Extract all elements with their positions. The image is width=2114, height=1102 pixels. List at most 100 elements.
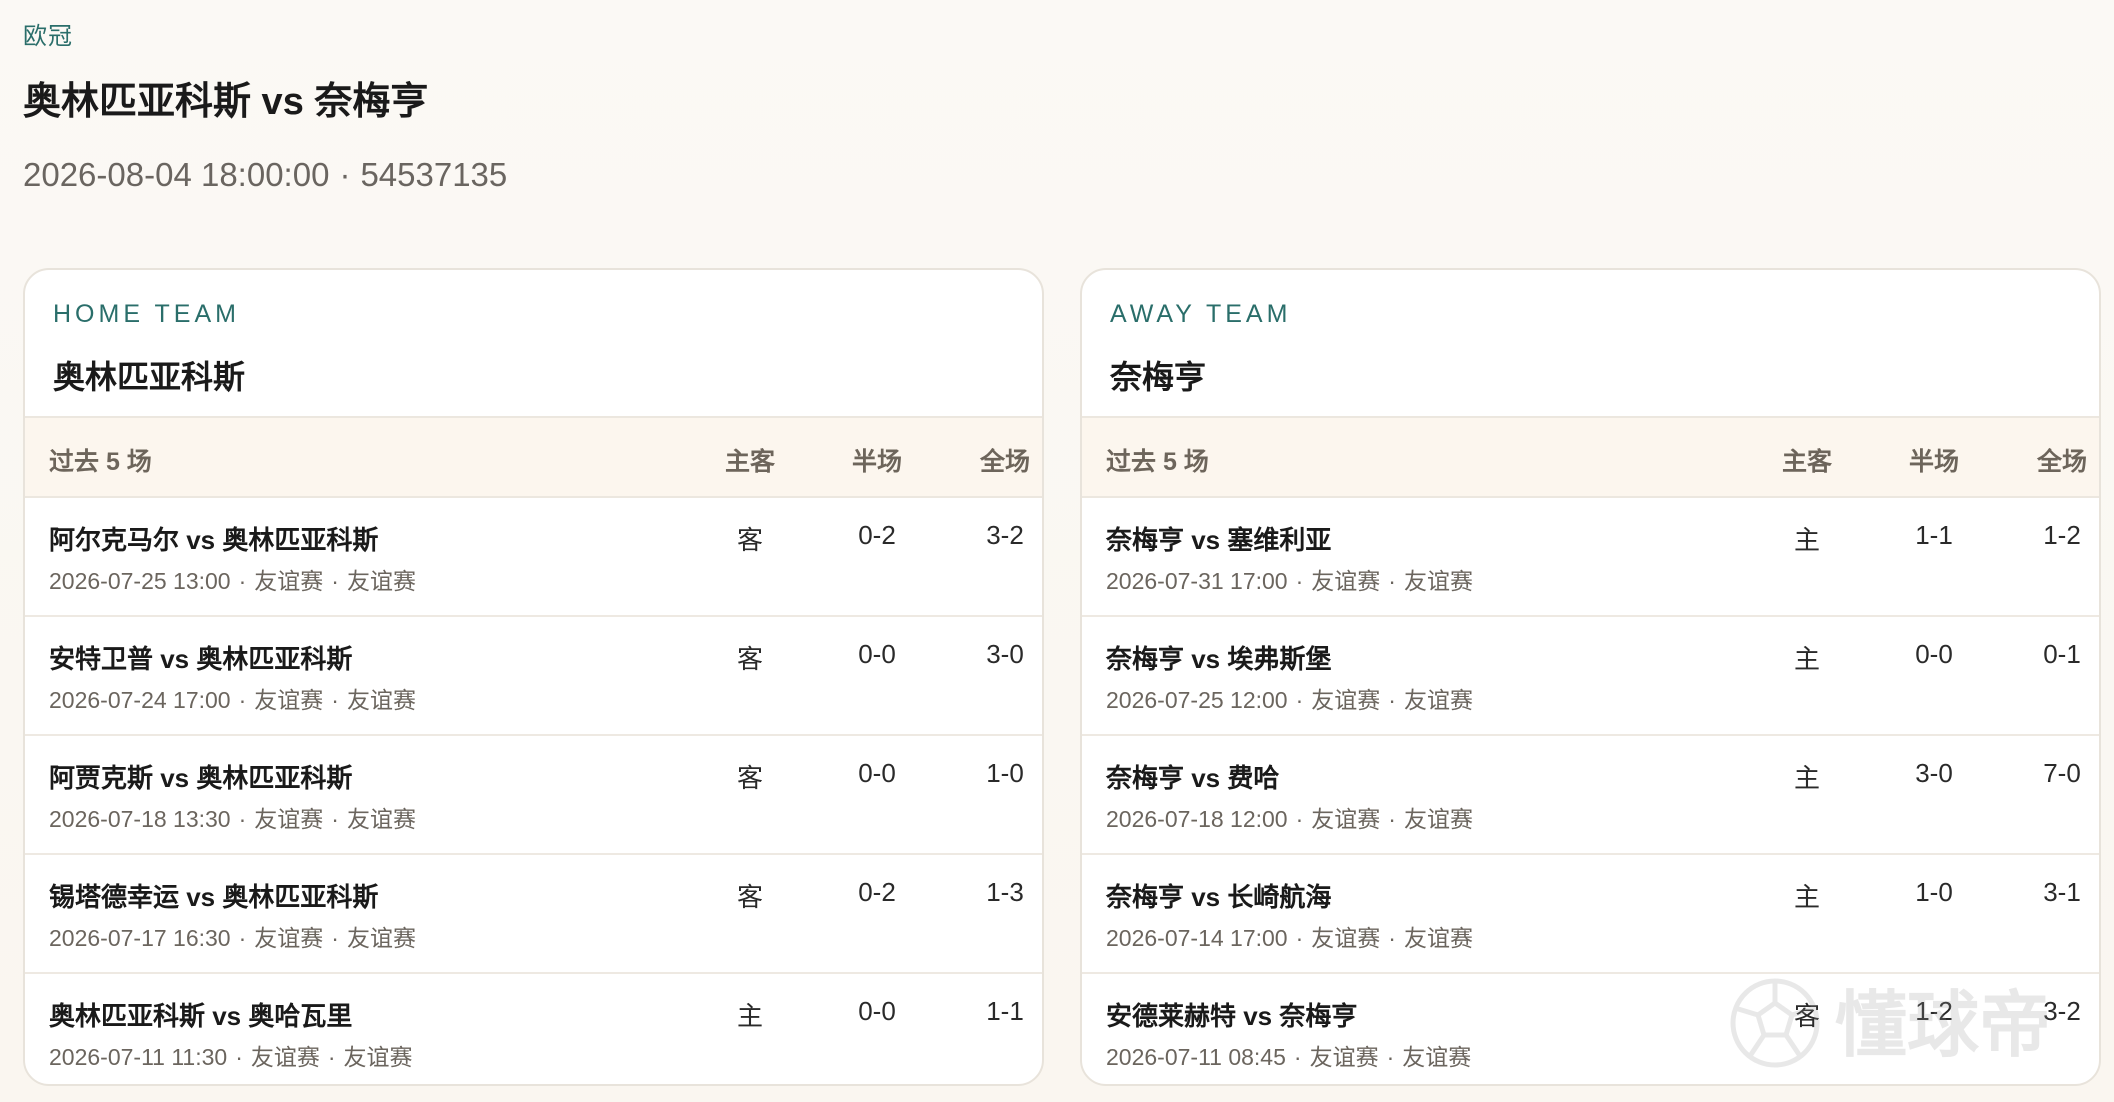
match-half-time-score: 0-0	[858, 639, 896, 669]
match-row[interactable]: 奈梅亨 vs 埃弗斯堡 2026-07-25 12:00 · 友谊赛 · 友谊赛 主 0-0 0…	[1082, 617, 2099, 736]
home-team-label: HOME TEAM	[53, 300, 240, 328]
home-team-header: HOME TEAM 奥林匹亚科斯	[25, 270, 1042, 418]
match-meta: 2026-07-18 12:00 · 友谊赛 · 友谊赛	[1106, 800, 1473, 834]
separator-dot: ·	[1388, 806, 1396, 832]
match-competition: 友谊赛	[1311, 687, 1381, 713]
column-header-full-time: 全场	[2036, 448, 2087, 476]
home-table-header: 过去 5 场 主客 半场 全场	[25, 418, 1042, 498]
match-competition: 友谊赛	[346, 925, 416, 951]
match-date: 2026-07-24 17:00	[49, 687, 231, 713]
match-competition: 友谊赛	[1403, 568, 1473, 594]
home-team-name[interactable]: 奥林匹亚科斯	[53, 352, 245, 398]
separator-dot: ·	[1295, 925, 1304, 951]
match-row[interactable]: 奈梅亨 vs 塞维利亚 2026-07-31 17:00 · 友谊赛 · 友谊赛 主 1-1 1…	[1082, 498, 2099, 617]
match-datetime: 2026-08-04 18:00:00	[23, 156, 330, 193]
match-competition: 友谊赛	[1311, 925, 1381, 951]
home-match-list: 阿尔克马尔 vs 奥林匹亚科斯 2026-07-25 13:00 · 友谊赛 · 友谊赛客…	[25, 498, 1042, 1084]
match-side: 主	[1793, 525, 1820, 555]
football-logo-icon	[1730, 978, 1820, 1068]
match-teams: 奈梅亨 vs 长崎航海	[1106, 882, 1332, 912]
match-full-time-score: 1-3	[986, 877, 1024, 907]
match-competition: 友谊赛	[1402, 1044, 1472, 1070]
match-date: 2026-07-18 13:30	[49, 806, 231, 832]
match-meta: 2026-07-24 17:00 · 友谊赛 · 友谊赛	[49, 681, 416, 715]
separator-dot: ·	[1386, 1044, 1395, 1070]
match-teams: 锡塔德幸运 vs 奥林匹亚科斯	[49, 882, 379, 912]
column-header-past-matches: 过去 5 场	[1106, 448, 1209, 476]
match-half-time-score: 0-0	[1915, 639, 1953, 669]
match-row[interactable]: 奥林匹亚科斯 vs 奥哈瓦里 2026-07-11 11:30 · 友谊赛 · 友谊赛 主 0…	[25, 974, 1042, 1084]
match-competition: 友谊赛	[343, 1044, 413, 1070]
match-row[interactable]: 阿贾克斯 vs 奥林匹亚科斯 2026-07-18 13:30 · 友谊赛 · 友谊赛 客 0…	[25, 736, 1042, 855]
match-half-time-score: 0-0	[858, 758, 896, 788]
match-competition: 友谊赛	[250, 1044, 320, 1070]
match-full-time-score: 3-0	[986, 639, 1024, 669]
away-team-name[interactable]: 奈梅亨	[1110, 352, 1206, 398]
match-meta: 2026-07-31 17:00 · 友谊赛 · 友谊赛	[1106, 562, 1473, 596]
separator-dot: ·	[339, 156, 351, 193]
match-competition: 友谊赛	[346, 806, 416, 832]
page: 欧冠 奥林匹亚科斯 vs 奈梅亨 2026-08-04 18:00:00 · 545…	[0, 0, 2114, 1102]
home-team-card: HOME TEAM 奥林匹亚科斯 过去 5 场 主客 半场 全场 阿尔克马尔 v…	[23, 268, 1044, 1086]
match-competition: 友谊赛	[1403, 925, 1473, 951]
match-teams: 安德莱赫特 vs 奈梅亨	[1106, 1001, 1358, 1031]
match-row[interactable]: 阿尔克马尔 vs 奥林匹亚科斯 2026-07-25 13:00 · 友谊赛 · 友谊赛 客…	[25, 498, 1042, 617]
match-side: 主	[736, 1001, 763, 1031]
separator-dot: ·	[331, 568, 339, 594]
match-row[interactable]: 锡塔德幸运 vs 奥林匹亚科斯 2026-07-17 16:30 · 友谊赛 · 友谊赛 客…	[25, 855, 1042, 974]
column-header-half-time: 半场	[851, 448, 902, 476]
match-meta: 2026-07-18 13:30 · 友谊赛 · 友谊赛	[49, 800, 416, 834]
separator-dot: ·	[1295, 568, 1304, 594]
match-row[interactable]: 安特卫普 vs 奥林匹亚科斯 2026-07-24 17:00 · 友谊赛 · 友谊赛 客 0…	[25, 617, 1042, 736]
column-header-full-time: 全场	[979, 448, 1030, 476]
match-meta: 2026-08-04 18:00:00 · 54537135	[23, 156, 507, 194]
watermark-logo: 懂球帝	[1730, 978, 2051, 1068]
column-header-side: 主客	[724, 448, 775, 476]
match-teams: 阿贾克斯 vs 奥林匹亚科斯	[49, 763, 353, 793]
match-half-time-score: 1-0	[1915, 877, 1953, 907]
match-side: 客	[736, 763, 763, 793]
match-competition: 友谊赛	[1311, 568, 1381, 594]
separator-dot: ·	[331, 687, 339, 713]
separator-dot: ·	[238, 568, 247, 594]
separator-dot: ·	[331, 925, 339, 951]
match-competition: 友谊赛	[346, 568, 416, 594]
league-label[interactable]: 欧冠	[23, 16, 73, 51]
match-competition: 友谊赛	[346, 687, 416, 713]
match-competition: 友谊赛	[1311, 806, 1381, 832]
separator-dot: ·	[238, 806, 247, 832]
separator-dot: ·	[1388, 687, 1396, 713]
column-header-side: 主客	[1781, 448, 1832, 476]
match-full-time-score: 1-0	[986, 758, 1024, 788]
match-competition: 友谊赛	[1403, 806, 1473, 832]
match-date: 2026-07-25 13:00	[49, 568, 231, 594]
match-half-time-score: 0-2	[858, 877, 896, 907]
match-competition: 友谊赛	[254, 687, 324, 713]
match-meta: 2026-07-11 08:45 · 友谊赛 · 友谊赛	[1106, 1038, 1471, 1072]
match-meta: 2026-07-25 12:00 · 友谊赛 · 友谊赛	[1106, 681, 1473, 715]
separator-dot: ·	[327, 1044, 336, 1070]
match-date: 2026-07-31 17:00	[1106, 568, 1288, 594]
match-side: 主	[1793, 882, 1820, 912]
match-half-time-score: 0-2	[858, 520, 896, 550]
separator-dot: ·	[1293, 1044, 1302, 1070]
match-date: 2026-07-11 11:30	[49, 1044, 228, 1070]
match-row[interactable]: 奈梅亨 vs 长崎航海 2026-07-14 17:00 · 友谊赛 · 友谊赛 主 1-0 3…	[1082, 855, 2099, 974]
match-full-time-score: 1-2	[2043, 520, 2081, 550]
separator-dot: ·	[238, 925, 247, 951]
away-table-header: 过去 5 场 主客 半场 全场	[1082, 418, 2099, 498]
match-teams: 奈梅亨 vs 费哈	[1106, 763, 1280, 793]
separator-dot: ·	[1388, 568, 1396, 594]
match-row[interactable]: 奈梅亨 vs 费哈 2026-07-18 12:00 · 友谊赛 · 友谊赛 主 3-0 7-0	[1082, 736, 2099, 855]
match-side: 主	[1793, 644, 1820, 674]
separator-dot: ·	[331, 806, 339, 832]
match-teams: 奈梅亨 vs 塞维利亚	[1106, 525, 1332, 555]
match-competition: 友谊赛	[1309, 1044, 1379, 1070]
separator-dot: ·	[1295, 687, 1304, 713]
match-competition: 友谊赛	[254, 568, 324, 594]
separator-dot: ·	[1295, 806, 1304, 832]
match-side: 主	[1793, 763, 1820, 793]
match-id: 54537135	[360, 156, 508, 193]
page-title: 奥林匹亚科斯 vs 奈梅亨	[23, 81, 429, 123]
match-meta: 2026-07-14 17:00 · 友谊赛 · 友谊赛	[1106, 919, 1473, 953]
